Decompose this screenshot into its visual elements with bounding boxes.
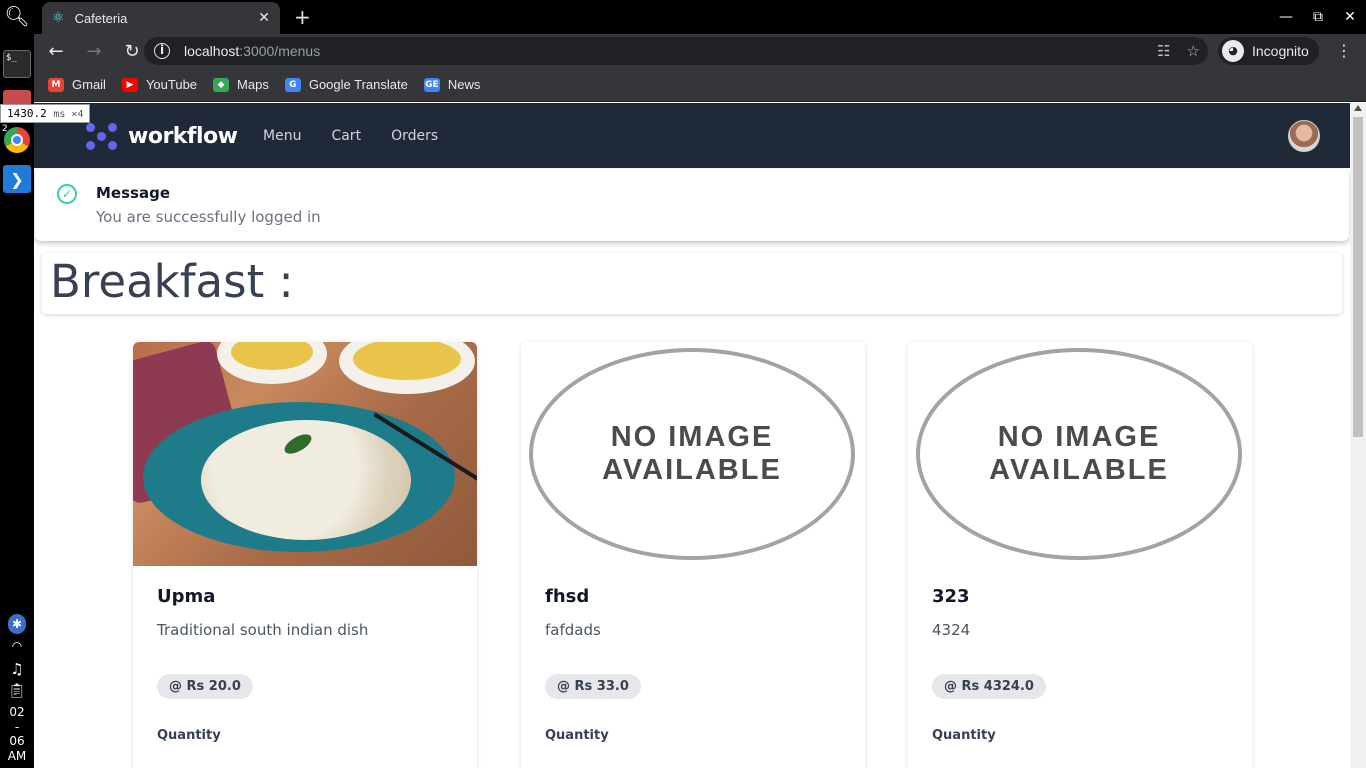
upma-photo xyxy=(133,342,477,566)
perf-value: 1430.2 xyxy=(7,107,47,120)
menu-card: Upma Traditional south indian dish @ Rs … xyxy=(133,342,477,768)
close-window-icon[interactable]: ✕ xyxy=(1334,9,1366,25)
app-navbar: workflow Menu Cart Orders xyxy=(34,103,1350,168)
no-image-line1: NO IMAGE xyxy=(997,421,1161,453)
nav-orders[interactable]: Orders xyxy=(380,120,449,152)
address-bar[interactable]: i localhost:3000/menus ☷ ☆ xyxy=(144,37,1208,65)
news-icon: GE xyxy=(423,77,440,92)
brand-name: workflow xyxy=(128,123,238,149)
no-image-placeholder: NO IMAGE AVAILABLE xyxy=(521,342,865,566)
clock-minute: 06 xyxy=(9,734,25,748)
section-title: Breakfast : xyxy=(50,255,294,308)
restore-icon[interactable]: ⧉ xyxy=(1302,9,1334,25)
quantity-label: Quantity xyxy=(157,728,221,743)
perf-overlay: 1430.2 ms ×4 xyxy=(0,104,91,123)
no-image-line2: AVAILABLE xyxy=(602,454,782,486)
avatar[interactable] xyxy=(1288,120,1320,152)
bookmark-google-translate[interactable]: G Google Translate xyxy=(284,77,408,92)
no-image-placeholder: NO IMAGE AVAILABLE xyxy=(908,342,1252,566)
check-circle-icon: ✓ xyxy=(57,184,77,204)
chrome-icon[interactable] xyxy=(3,126,31,154)
item-description: Traditional south indian dish xyxy=(157,621,369,639)
tab-strip: ⚛ Cafeteria ✕ + — ⧉ ✕ xyxy=(34,0,1366,34)
item-description: 4324 xyxy=(932,621,971,639)
react-icon: ⚛ xyxy=(52,10,65,26)
browser-toolbar: ← → ↻ i localhost:3000/menus ☷ ☆ ◕ Incog… xyxy=(34,34,1366,68)
window-controls: — ⧉ ✕ xyxy=(1270,0,1366,34)
item-name: fhsd xyxy=(545,586,590,607)
page-scrollbar[interactable] xyxy=(1350,103,1366,768)
no-image-line1: NO IMAGE xyxy=(610,421,774,453)
incognito-label: Incognito xyxy=(1252,43,1309,59)
back-icon[interactable]: ← xyxy=(40,41,72,62)
kebab-menu-icon[interactable]: ⋮ xyxy=(1336,41,1352,60)
bookmark-label: Gmail xyxy=(72,77,106,92)
url-path: :3000/menus xyxy=(239,43,321,59)
quantity-label: Quantity xyxy=(932,728,996,743)
url-host: localhost xyxy=(184,43,240,59)
maps-icon: ◆ xyxy=(213,77,230,92)
youtube-icon: ▶ xyxy=(121,77,138,92)
minimize-icon[interactable]: — xyxy=(1270,9,1302,25)
bookmark-maps[interactable]: ◆ Maps xyxy=(213,77,269,92)
system-clock[interactable]: 02 - 06 AM xyxy=(0,705,34,763)
price-badge: @ Rs 33.0 xyxy=(545,674,641,699)
clock-sep: - xyxy=(14,719,20,734)
bookmark-label: YouTube xyxy=(145,77,198,92)
bookmark-youtube[interactable]: ▶ YouTube xyxy=(121,77,198,92)
menu-card: NO IMAGE AVAILABLE fhsd fafdads @ Rs 33.… xyxy=(521,342,865,768)
alert-title: Message xyxy=(96,184,170,202)
nav-cart[interactable]: Cart xyxy=(320,120,372,152)
item-name: 323 xyxy=(932,586,970,607)
bookmark-star-icon[interactable]: ☆ xyxy=(1187,42,1200,60)
price-badge: @ Rs 4324.0 xyxy=(932,674,1046,699)
tab-title: Cafeteria xyxy=(74,10,128,26)
bookmark-label: Google Translate xyxy=(308,77,408,92)
workflow-logo-icon xyxy=(84,121,120,151)
nav-links: Menu Cart Orders xyxy=(252,103,449,168)
incognito-badge[interactable]: ◕ Incognito xyxy=(1218,37,1319,65)
scroll-thumb[interactable] xyxy=(1353,117,1363,437)
perf-unit: ms ×4 xyxy=(53,109,84,120)
terminal-glyph: $_ xyxy=(6,53,17,63)
price-badge: @ Rs 20.0 xyxy=(157,674,253,699)
success-alert: ✓ Message You are successfully logged in xyxy=(35,169,1349,241)
item-name: Upma xyxy=(157,586,216,607)
bookmark-news[interactable]: GE News xyxy=(423,77,481,92)
translate-icon: G xyxy=(284,77,301,92)
browser-tab[interactable]: ⚛ Cafeteria ✕ xyxy=(42,2,280,34)
gmail-icon: M xyxy=(48,77,64,92)
close-tab-icon[interactable]: ✕ xyxy=(258,10,270,26)
vscode-icon[interactable]: ❯ xyxy=(3,165,31,193)
forward-icon[interactable]: → xyxy=(78,41,110,62)
bookmarks-bar: M Gmail ▶ YouTube ◆ Maps G Google Transl… xyxy=(34,68,1366,102)
section-header: Breakfast : xyxy=(42,253,1342,314)
menu-card: NO IMAGE AVAILABLE 323 4324 @ Rs 4324.0 … xyxy=(908,342,1252,768)
clipboard-icon[interactable]: 📋︎ xyxy=(0,683,34,699)
bookmark-label: Maps xyxy=(237,77,269,92)
scroll-up-icon[interactable] xyxy=(1354,105,1362,111)
alert-text: You are successfully logged in xyxy=(96,208,321,226)
wifi-icon[interactable]: ◠ xyxy=(0,639,34,653)
page-viewport: workflow Menu Cart Orders ✓ Message You … xyxy=(34,103,1350,768)
browser-window: ⚛ Cafeteria ✕ + — ⧉ ✕ ← → ↻ i localhost:… xyxy=(34,0,1366,768)
no-image-line2: AVAILABLE xyxy=(989,454,1169,486)
search-icon[interactable]: 🔍︎ xyxy=(3,2,31,30)
translate-page-icon[interactable]: ☷ xyxy=(1157,42,1170,60)
nav-menu[interactable]: Menu xyxy=(252,120,312,152)
bluetooth-icon[interactable]: ✱ xyxy=(0,614,34,634)
music-icon[interactable]: ♫ xyxy=(0,660,34,678)
bookmark-gmail[interactable]: M Gmail xyxy=(48,77,106,92)
terminal-icon[interactable]: $_ xyxy=(3,50,31,78)
brand[interactable]: workflow xyxy=(84,121,238,151)
clock-hour: 02 xyxy=(9,705,25,719)
incognito-icon: ◕ xyxy=(1222,40,1244,62)
bookmark-label: News xyxy=(447,77,481,92)
quantity-label: Quantity xyxy=(545,728,609,743)
clock-ampm: AM xyxy=(7,748,27,763)
info-icon[interactable]: i xyxy=(154,43,170,59)
new-tab-icon[interactable]: + xyxy=(294,5,311,29)
item-description: fafdads xyxy=(545,621,601,639)
